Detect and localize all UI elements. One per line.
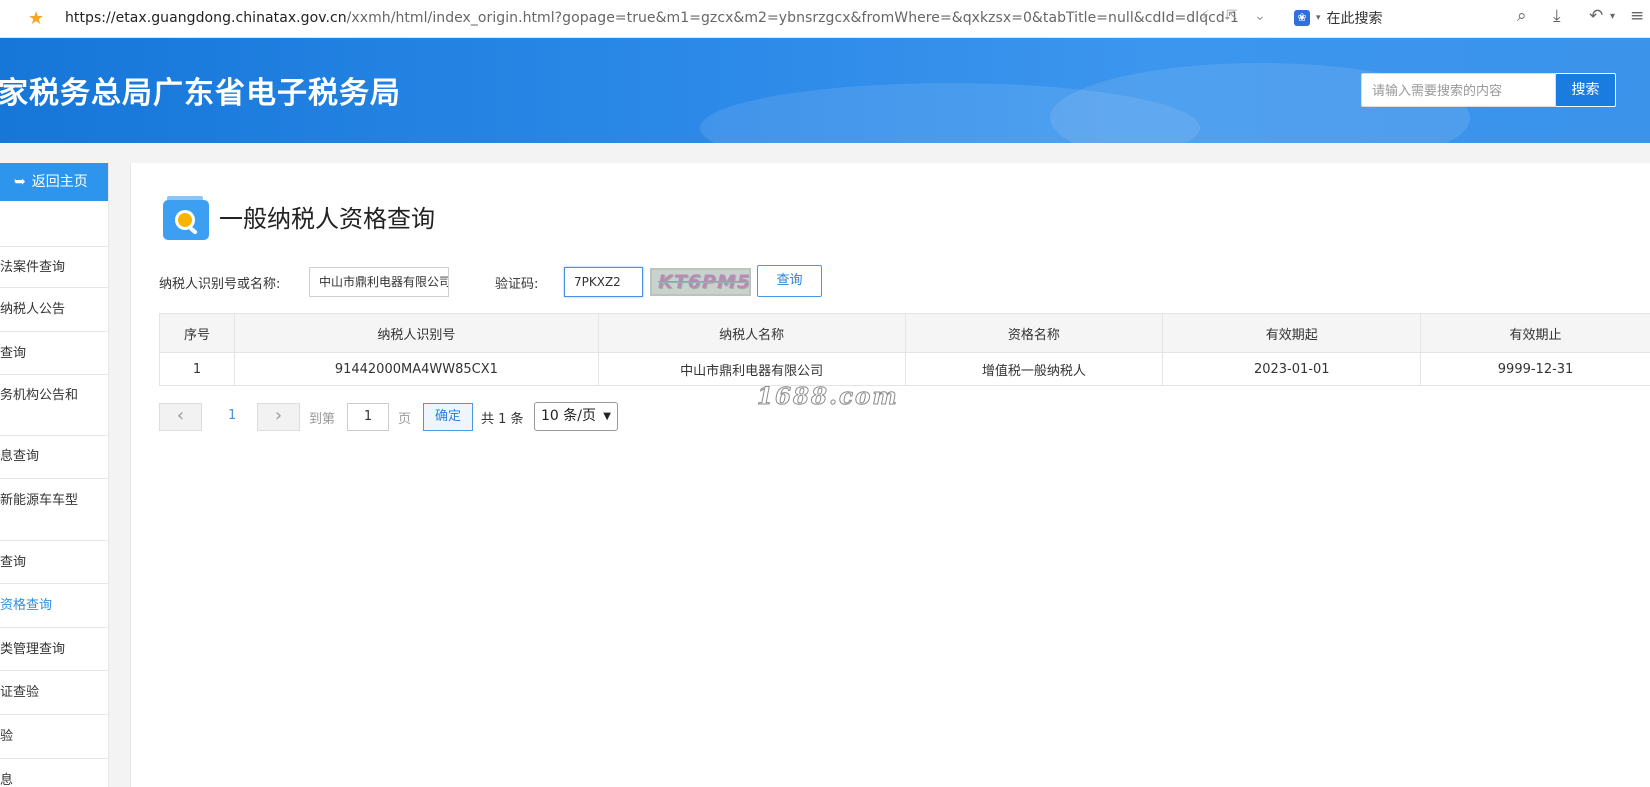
- sidebar-item[interactable]: 息查询: [0, 436, 108, 479]
- taxpayer-input[interactable]: 中山市鼎利电器有限公司: [309, 267, 449, 297]
- table-cell: 91442000MA4WW85CX1: [233, 352, 599, 386]
- column-header: 有效期止: [1420, 313, 1650, 353]
- undo-icon[interactable]: ↶: [1589, 6, 1603, 26]
- sidebar-item[interactable]: 务机构公告和: [0, 375, 108, 436]
- pager-prev-button[interactable]: ‹: [159, 403, 202, 431]
- page-title: 一般纳税人资格查询: [219, 205, 435, 233]
- table-cell: 中山市鼎利电器有限公司: [597, 352, 906, 386]
- header-search-input[interactable]: [1361, 73, 1556, 107]
- table-header-row: 序号 纳税人识别号 纳税人名称 资格名称 有效期起 有效期止: [159, 313, 1650, 353]
- table-cell: 增值税一般纳税人: [904, 352, 1164, 386]
- chevron-down-icon: ▼: [603, 411, 611, 422]
- pager-page-suffix: 页: [398, 412, 412, 427]
- main-panel: 一般纳税人资格查询 纳税人识别号或名称: 中山市鼎利电器有限公司 验证码: 7P…: [130, 163, 1650, 787]
- back-arrow-icon: ➥: [14, 174, 26, 190]
- baidu-paw-icon: ❀: [1294, 10, 1310, 26]
- sidebar-item-active[interactable]: 资格查询: [0, 584, 108, 628]
- sidebar-item[interactable]: 类管理查询: [0, 628, 108, 671]
- back-home-button[interactable]: ➥ 返回主页: [0, 163, 108, 201]
- url-domain: https://etax.guangdong.chinatax.gov.cn: [65, 10, 347, 26]
- table-cell: 9999-12-31: [1420, 352, 1650, 386]
- pager-goto-input[interactable]: 1: [347, 403, 389, 431]
- pager-current-page[interactable]: 1: [228, 408, 236, 423]
- bookmark-star-icon[interactable]: ★: [28, 9, 44, 29]
- pager-goto-label: 到第: [309, 412, 336, 427]
- url-field[interactable]: https://etax.guangdong.chinatax.gov.cn/x…: [65, 10, 1239, 26]
- column-header: 有效期起: [1162, 313, 1422, 353]
- chevron-down-icon[interactable]: ⌄: [1254, 8, 1266, 24]
- table-row: 1 91442000MA4WW85CX1 中山市鼎利电器有限公司 增值税一般纳税…: [159, 352, 1650, 386]
- column-header: 序号: [159, 313, 235, 353]
- browser-search-label: 在此搜索: [1326, 11, 1383, 27]
- result-table: 序号 纳税人识别号 纳税人名称 资格名称 有效期起 有效期止 1 9144200…: [159, 313, 1650, 386]
- query-button[interactable]: 查询: [757, 265, 822, 297]
- sidebar-item[interactable]: 证查验: [0, 671, 108, 715]
- lightning-icon[interactable]: ⚡: [1200, 8, 1210, 24]
- download-icon[interactable]: ⤓: [1553, 6, 1561, 26]
- table-cell: 2023-01-01: [1162, 352, 1422, 386]
- sidebar-item[interactable]: 查询: [0, 541, 108, 584]
- captcha-label: 验证码:: [495, 277, 539, 292]
- header-search-button[interactable]: 搜索: [1556, 73, 1616, 107]
- pager-total: 共 1 条: [481, 412, 524, 427]
- site-title: 家税务总局广东省电子税务局: [0, 76, 401, 111]
- back-home-label: 返回主页: [31, 174, 88, 190]
- sidebar-item[interactable]: 息: [0, 759, 108, 787]
- captcha-image-text: KT6PM5: [658, 271, 751, 293]
- column-header: 纳税人名称: [597, 313, 906, 353]
- more-icon[interactable]: ≡: [1630, 6, 1644, 26]
- sidebar-item[interactable]: 新能源车车型: [0, 479, 108, 541]
- share-icon[interactable]: ⇱: [1226, 8, 1238, 24]
- captcha-image[interactable]: KT6PM5: [650, 268, 751, 296]
- undo-menu-caret-icon[interactable]: ▾: [1610, 11, 1615, 22]
- watermark: 1688.com: [757, 383, 899, 411]
- pager-next-button[interactable]: ›: [257, 403, 300, 431]
- column-header: 纳税人识别号: [233, 313, 599, 353]
- browser-search[interactable]: ❀ ▾ 在此搜索: [1294, 8, 1383, 28]
- search-icon[interactable]: ⌕: [1517, 6, 1527, 26]
- sidebar: ➥ 返回主页 法案件查询 纳税人公告 查询 务机构公告和 息查询 新能源车车型 查…: [0, 163, 109, 787]
- query-page-icon: [163, 196, 209, 240]
- sidebar-item[interactable]: 法案件查询: [0, 246, 108, 288]
- page-size-select[interactable]: 10 条/页 ▼: [534, 402, 618, 431]
- captcha-input[interactable]: 7PKXZ2: [564, 267, 643, 297]
- column-header: 资格名称: [904, 313, 1164, 353]
- site-header: 家税务总局广东省电子税务局 搜索: [0, 38, 1650, 143]
- browser-address-bar: ★ https://etax.guangdong.chinatax.gov.cn…: [0, 0, 1650, 38]
- taxpayer-label: 纳税人识别号或名称:: [159, 277, 281, 292]
- page-size-value: 10 条/页: [541, 408, 596, 424]
- sidebar-item[interactable]: 查询: [0, 332, 108, 375]
- pager-confirm-button[interactable]: 确定: [423, 403, 473, 431]
- table-cell: 1: [159, 352, 235, 386]
- url-path: /xxmh/html/index_origin.html?gopage=true…: [346, 10, 1239, 26]
- sidebar-item[interactable]: 验: [0, 715, 108, 759]
- caret-down-icon: ▾: [1316, 13, 1321, 23]
- sidebar-item[interactable]: 纳税人公告: [0, 288, 108, 332]
